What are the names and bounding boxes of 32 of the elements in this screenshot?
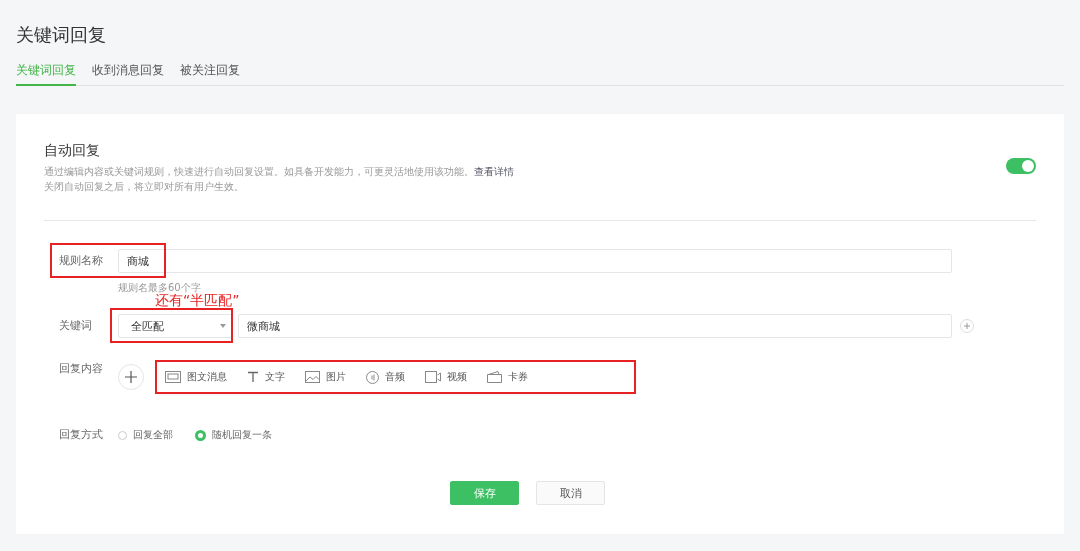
tab[interactable]: 被关注回复 [180, 62, 240, 86]
field-label: 规则名称 [59, 254, 104, 268]
content-type-button[interactable]: 卡券 [487, 370, 528, 384]
content-type-button[interactable]: 文字 [247, 370, 285, 384]
content-type-button[interactable]: 音频 [366, 370, 405, 384]
image-icon [305, 371, 320, 383]
cancel-button[interactable]: 取消 [536, 481, 605, 505]
content-type-button[interactable]: 图片 [305, 370, 346, 384]
card-icon [487, 371, 502, 383]
text-icon [247, 371, 259, 383]
news-icon [165, 371, 181, 383]
section-title: 自动回复 [44, 141, 101, 160]
content-type-button[interactable]: 图文消息 [165, 370, 227, 384]
rule-name-field[interactable]: 商城 [118, 249, 952, 273]
details-link[interactable]: 查看详情 [474, 166, 514, 177]
radio-option[interactable]: 回复全部 [118, 428, 173, 442]
note: 关闭自动回复之后，将立即对所有用户生效。 [44, 180, 245, 194]
content-type-button[interactable]: 视频 [425, 370, 467, 384]
field-label: 回复内容 [59, 362, 104, 376]
audio-icon [366, 370, 379, 384]
keyword-field[interactable]: 微商城 [238, 314, 952, 338]
description: 通过编辑内容或关键词规则，快速进行自动回复设置。如具备开发能力，可更灵活地使用该功能。查看详情 [44, 165, 514, 179]
page-title: 关键词回复 [16, 23, 107, 47]
match-dropdown[interactable]: 全匹配 [118, 314, 233, 338]
tab[interactable]: 收到消息回复 [92, 62, 164, 86]
radio-option[interactable]: 随机回复一条 [195, 428, 272, 442]
field-label: 关键词 [59, 319, 93, 333]
field-label: 回复方式 [59, 428, 104, 442]
hint-text: 规则名最多60个字 [118, 282, 201, 294]
toggle-switch[interactable] [1006, 158, 1036, 174]
video-icon [425, 371, 441, 383]
annotation-text: 还有“半匹配” [155, 293, 240, 308]
